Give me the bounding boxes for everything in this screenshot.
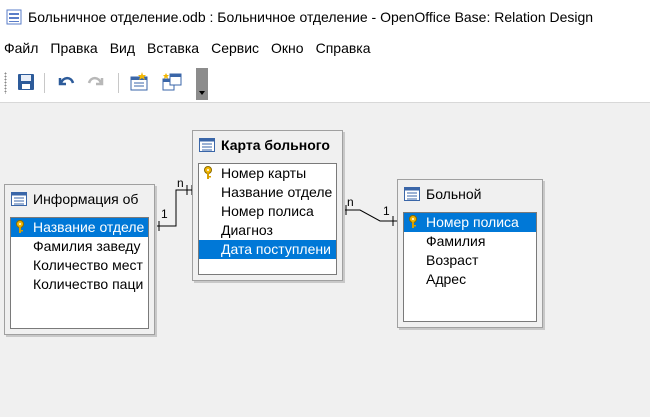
toolbar-dropdown-button[interactable] (196, 68, 208, 100)
field-name: Номер карты (221, 165, 307, 181)
menu-tools[interactable]: Сервис (205, 40, 265, 56)
field-name: Адрес (426, 271, 467, 287)
field-item[interactable]: Фамилия заведу (11, 237, 148, 256)
field-name: Количество паци (33, 276, 144, 292)
table-window-card[interactable]: Карта больного Номер карты Название отде… (192, 130, 343, 281)
table-window-header[interactable]: Карта больного (193, 131, 342, 159)
table-window-patient[interactable]: Больной Номер полиса Фамилия Возраст Адр… (397, 179, 543, 328)
field-name: Дата поступлени (221, 241, 331, 257)
table-icon (404, 187, 420, 201)
field-list[interactable]: Название отделе Фамилия заведу Количеств… (10, 217, 149, 329)
table-icon (199, 138, 215, 152)
relation-design-area[interactable]: 1 n n 1 Информация об Название отделе Фа… (0, 103, 650, 417)
new-relation-button[interactable] (128, 71, 150, 93)
field-name: Название отделе (33, 219, 145, 235)
field-item[interactable]: Возраст (404, 251, 536, 270)
field-item[interactable]: Название отделе (199, 183, 336, 202)
table-window-header[interactable]: Больной (398, 180, 542, 208)
field-list[interactable]: Номер карты Название отделе Номер полиса… (198, 163, 337, 275)
redo-button[interactable] (85, 71, 107, 93)
table-icon (11, 192, 27, 206)
window-title: Больничное отделение.odb : Больничное от… (28, 9, 594, 25)
toolbar-separator (118, 73, 119, 93)
table-title: Больной (426, 186, 482, 202)
relation-cardinality-label: 1 (383, 204, 390, 218)
database-app-icon (6, 9, 22, 25)
save-button[interactable] (15, 71, 37, 93)
menu-view[interactable]: Вид (104, 40, 141, 56)
toolbar-grip[interactable] (4, 72, 7, 94)
menu-bar: Файл Правка Вид Вставка Сервис Окно Спра… (0, 36, 650, 60)
field-name: Диагноз (221, 222, 273, 238)
relation-cardinality-label: n (177, 176, 184, 190)
menu-insert[interactable]: Вставка (141, 40, 205, 56)
toolbar-separator (44, 73, 45, 93)
field-item[interactable]: Диагноз (199, 221, 336, 240)
table-window-info[interactable]: Информация об Название отделе Фамилия за… (4, 184, 155, 335)
field-name: Возраст (426, 252, 479, 268)
field-name: Название отделе (221, 184, 333, 200)
add-tables-button[interactable] (161, 71, 183, 93)
field-item[interactable]: Адрес (404, 270, 536, 289)
field-item[interactable]: Номер полиса (404, 213, 536, 232)
field-name: Номер полиса (221, 203, 314, 219)
field-list[interactable]: Номер полиса Фамилия Возраст Адрес (403, 212, 537, 322)
relation-line-info-card[interactable] (153, 185, 193, 231)
field-item[interactable]: Номер полиса (199, 202, 336, 221)
field-item[interactable]: Дата поступлени (199, 240, 336, 259)
relation-cardinality-label: 1 (161, 207, 168, 221)
table-window-header[interactable]: Информация об (5, 185, 154, 213)
title-bar: Больничное отделение.odb : Больничное от… (0, 0, 650, 34)
field-name: Фамилия (426, 233, 486, 249)
menu-edit[interactable]: Правка (44, 40, 103, 56)
field-item[interactable]: Название отделе (11, 218, 148, 237)
field-name: Количество мест (33, 257, 143, 273)
save-icon (18, 74, 34, 90)
menu-window[interactable]: Окно (265, 40, 310, 56)
undo-button[interactable] (55, 71, 77, 93)
field-item[interactable]: Количество мест (11, 256, 148, 275)
table-title: Информация об (33, 191, 139, 207)
field-item[interactable]: Количество паци (11, 275, 148, 294)
add-tables-icon (162, 73, 182, 91)
toolbar (0, 64, 650, 103)
relation-cardinality-label: n (347, 195, 354, 209)
field-name: Номер полиса (426, 214, 519, 230)
menu-help[interactable]: Справка (310, 40, 377, 56)
new-relation-icon (130, 72, 148, 91)
menu-file[interactable]: Файл (0, 40, 44, 56)
table-title: Карта больного (221, 137, 330, 153)
redo-icon (87, 76, 104, 86)
field-item[interactable]: Фамилия (404, 232, 536, 251)
undo-icon (58, 76, 75, 86)
field-name: Фамилия заведу (33, 238, 141, 254)
field-item[interactable]: Номер карты (199, 164, 336, 183)
